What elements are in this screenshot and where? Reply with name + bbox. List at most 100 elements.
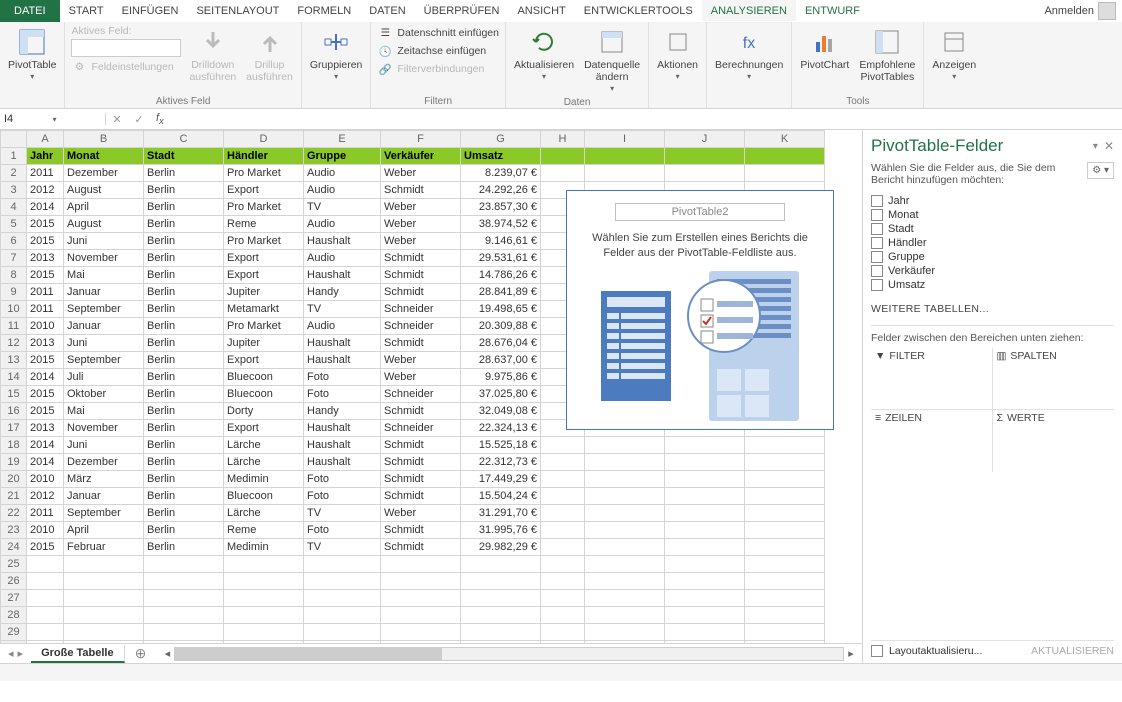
row-header[interactable]: 2	[1, 165, 27, 182]
cell[interactable]	[745, 556, 825, 573]
tab-next-icon[interactable]: ▸	[18, 647, 24, 660]
cell[interactable]: 2015	[27, 233, 64, 250]
col-header[interactable]: B	[64, 131, 144, 148]
cell[interactable]: Schmidt	[381, 335, 461, 352]
cell[interactable]	[541, 522, 585, 539]
cell[interactable]: 2011	[27, 301, 64, 318]
cell[interactable]: 2015	[27, 216, 64, 233]
row-header[interactable]: 22	[1, 505, 27, 522]
field-settings-button[interactable]: ⚙ Feldeinstellungen	[71, 59, 181, 75]
cell[interactable]	[585, 607, 665, 624]
cell[interactable]	[665, 556, 745, 573]
cell[interactable]	[745, 471, 825, 488]
cell[interactable]	[64, 607, 144, 624]
menu-data[interactable]: DATEN	[360, 0, 414, 22]
cell[interactable]: September	[64, 505, 144, 522]
cell[interactable]: Foto	[304, 488, 381, 505]
cell[interactable]	[381, 641, 461, 644]
cell[interactable]: Verkäufer	[381, 148, 461, 165]
cell[interactable]: Pro Market	[224, 199, 304, 216]
cell[interactable]	[745, 522, 825, 539]
cell[interactable]	[585, 471, 665, 488]
cell[interactable]	[585, 488, 665, 505]
cell[interactable]: Handy	[304, 284, 381, 301]
cell[interactable]: Jahr	[27, 148, 64, 165]
cell[interactable]	[27, 556, 64, 573]
cell[interactable]: Weber	[381, 165, 461, 182]
row-header[interactable]: 30	[1, 641, 27, 644]
cell[interactable]: Schmidt	[381, 522, 461, 539]
cell[interactable]: Juni	[64, 233, 144, 250]
cell[interactable]	[585, 522, 665, 539]
cell[interactable]	[304, 641, 381, 644]
cell[interactable]: Jupiter	[224, 284, 304, 301]
cell[interactable]: 28.841,89 €	[461, 284, 541, 301]
cell[interactable]: Berlin	[144, 386, 224, 403]
drillup-button[interactable]: Drillup ausführen	[244, 24, 295, 85]
menu-review[interactable]: ÜBERPRÜFEN	[415, 0, 509, 22]
field-item[interactable]: Umsatz	[871, 278, 1114, 292]
cell[interactable]: Berlin	[144, 437, 224, 454]
col-header[interactable]: I	[585, 131, 665, 148]
cell[interactable]: Audio	[304, 182, 381, 199]
cell[interactable]: 28.676,04 €	[461, 335, 541, 352]
cell[interactable]: Berlin	[144, 284, 224, 301]
row-header[interactable]: 11	[1, 318, 27, 335]
row-header[interactable]: 27	[1, 590, 27, 607]
cell[interactable]: 20.309,88 €	[461, 318, 541, 335]
cell[interactable]	[541, 471, 585, 488]
cell[interactable]	[541, 488, 585, 505]
cell[interactable]: Bluecoon	[224, 386, 304, 403]
cell[interactable]: 31.995,76 €	[461, 522, 541, 539]
cell[interactable]	[585, 556, 665, 573]
cell[interactable]: 2015	[27, 352, 64, 369]
fx-icon[interactable]: fx	[150, 112, 170, 126]
actions-button[interactable]: Aktionen ▾	[655, 24, 700, 85]
menu-view[interactable]: ANSICHT	[508, 0, 574, 22]
cell[interactable]	[745, 148, 825, 165]
cell[interactable]	[585, 624, 665, 641]
cell[interactable]: Juli	[64, 369, 144, 386]
col-header[interactable]: K	[745, 131, 825, 148]
cell[interactable]	[381, 624, 461, 641]
cell[interactable]: 22.324,13 €	[461, 420, 541, 437]
col-header[interactable]: H	[541, 131, 585, 148]
cell[interactable]	[304, 590, 381, 607]
refresh-button[interactable]: Aktualisieren ▾	[512, 24, 576, 85]
cell[interactable]: 2014	[27, 199, 64, 216]
area-columns[interactable]: ▥SPALTEN	[993, 348, 1115, 410]
cell[interactable]	[665, 590, 745, 607]
cell[interactable]: 14.786,26 €	[461, 267, 541, 284]
cell[interactable]	[665, 607, 745, 624]
cell[interactable]: 15.504,24 €	[461, 488, 541, 505]
cell[interactable]	[745, 437, 825, 454]
cell[interactable]: Weber	[381, 216, 461, 233]
cell[interactable]	[541, 165, 585, 182]
cell[interactable]	[665, 624, 745, 641]
cell[interactable]: 2014	[27, 369, 64, 386]
row-header[interactable]: 7	[1, 250, 27, 267]
cell[interactable]: Export	[224, 250, 304, 267]
cell[interactable]	[665, 148, 745, 165]
cell[interactable]	[541, 641, 585, 644]
cell[interactable]	[304, 556, 381, 573]
cell[interactable]	[144, 573, 224, 590]
close-pane-icon[interactable]: ✕	[1104, 139, 1114, 153]
menu-formulas[interactable]: FORMELN	[288, 0, 360, 22]
horizontal-scrollbar[interactable]: ◂ ▸	[156, 647, 862, 661]
cell[interactable]	[64, 590, 144, 607]
cell[interactable]: Berlin	[144, 454, 224, 471]
cell[interactable]: 2012	[27, 182, 64, 199]
cell[interactable]	[224, 641, 304, 644]
cell[interactable]: Pro Market	[224, 165, 304, 182]
insert-slicer-button[interactable]: ☰Datenschnitt einfügen	[377, 25, 499, 41]
cell[interactable]: TV	[304, 301, 381, 318]
cell[interactable]: 2015	[27, 403, 64, 420]
cell[interactable]: Stadt	[144, 148, 224, 165]
col-header[interactable]: J	[665, 131, 745, 148]
cell[interactable]: Handy	[304, 403, 381, 420]
cell[interactable]: 2010	[27, 522, 64, 539]
cell[interactable]: September	[64, 352, 144, 369]
cell[interactable]	[665, 573, 745, 590]
field-item[interactable]: Gruppe	[871, 250, 1114, 264]
